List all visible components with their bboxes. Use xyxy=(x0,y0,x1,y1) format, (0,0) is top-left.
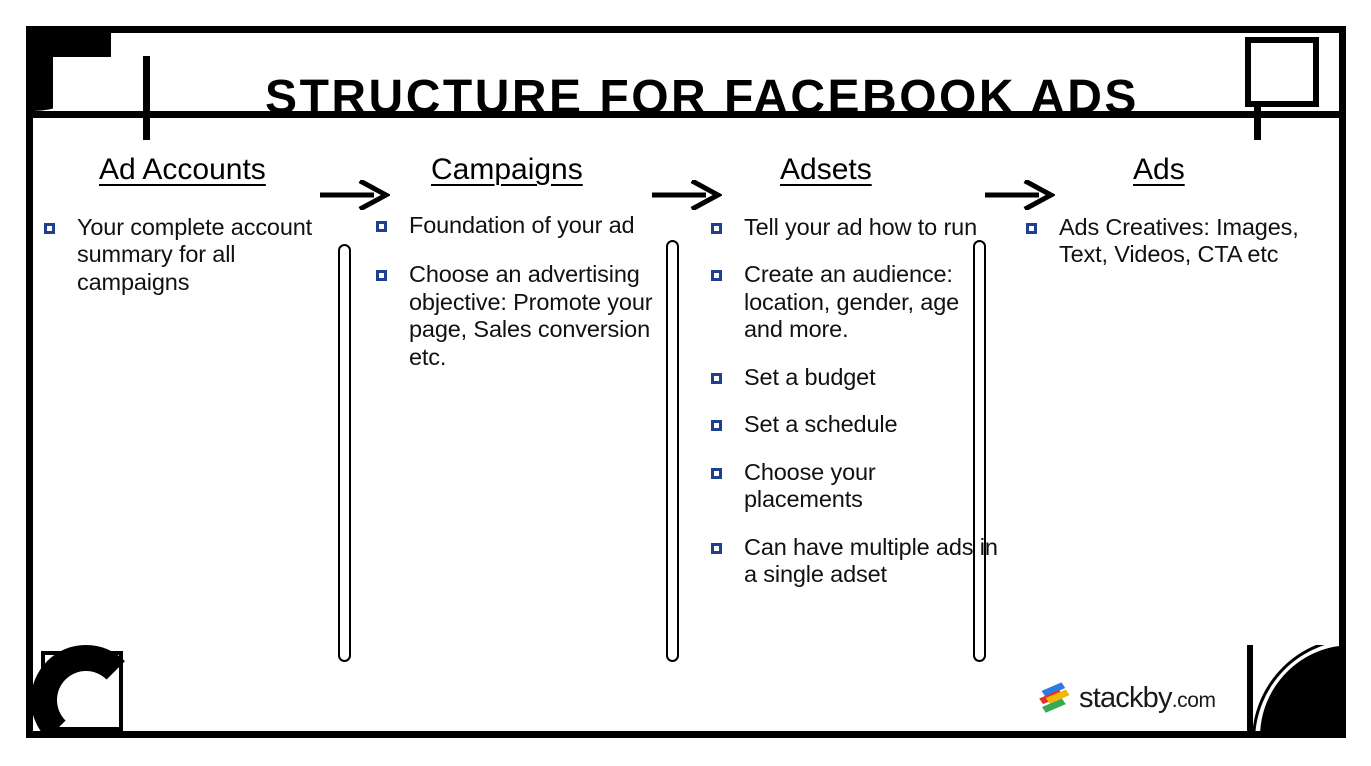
list-item-text: Set a schedule xyxy=(744,411,898,438)
slide-canvas: STRUCTURE FOR FACEBOOK ADS Ad Accounts Y… xyxy=(0,0,1371,766)
top-right-square-icon xyxy=(1245,37,1319,107)
list-item: Set a schedule xyxy=(708,411,998,438)
list-item: Choose an advertising objective: Promote… xyxy=(373,261,673,371)
column-title: Adsets xyxy=(780,153,872,186)
bullet-square-icon xyxy=(711,270,722,282)
flow-column-ads: Ads Ads Creatives: Images, Text, Videos,… xyxy=(1023,140,1323,269)
list-item: Your complete account summary for all ca… xyxy=(41,214,331,296)
column-title: Campaigns xyxy=(431,153,583,186)
list-item-text: Tell your ad how to run xyxy=(744,214,977,240)
stackby-wordmark: stackby.com xyxy=(1079,681,1216,714)
flow-column-adsets: Adsets Tell your ad how to run Create an… xyxy=(708,140,998,609)
list-item-text: Choose your placements xyxy=(744,458,876,513)
bullet-list: Tell your ad how to run Create an audien… xyxy=(708,200,998,589)
column-header: Ad Accounts xyxy=(41,140,331,200)
stackby-logo: stackby.com xyxy=(1033,679,1216,717)
flow-columns: Ad Accounts Your complete account summar… xyxy=(33,140,1339,700)
flow-column-ad-accounts: Ad Accounts Your complete account summar… xyxy=(41,140,331,296)
list-item: Can have multiple ads in a single adset xyxy=(708,534,998,589)
bullet-square-icon xyxy=(44,223,55,234)
column-header: Ads xyxy=(1023,140,1323,200)
column-header: Adsets xyxy=(708,140,998,200)
list-item-text: Create an audience: location, gender, ag… xyxy=(744,261,960,343)
bullet-square-icon xyxy=(711,542,722,554)
list-item-text: Your complete account summary for all ca… xyxy=(77,214,313,295)
bullet-square-icon xyxy=(711,223,722,234)
column-title: Ads xyxy=(1133,153,1185,186)
bullet-square-icon xyxy=(376,221,387,232)
slide-header: STRUCTURE FOR FACEBOOK ADS xyxy=(26,26,1346,140)
brand-name: stackby xyxy=(1079,681,1173,714)
top-left-quarter-circle-icon xyxy=(33,33,111,111)
list-item: Ads Creatives: Images, Text, Videos, CTA… xyxy=(1023,214,1323,269)
bullet-list: Foundation of your ad Choose an advertis… xyxy=(373,200,673,371)
page-title: STRUCTURE FOR FACEBOOK ADS xyxy=(265,71,1139,124)
flow-column-campaigns: Campaigns Foundation of your ad Choose a… xyxy=(373,140,673,371)
list-item-text: Choose an advertising objective: Promote… xyxy=(409,261,653,370)
list-item: Tell your ad how to run xyxy=(708,214,998,241)
list-item-text: Can have multiple ads in a single adset xyxy=(744,533,998,588)
bullet-square-icon xyxy=(711,420,722,432)
bullet-list: Your complete account summary for all ca… xyxy=(41,200,331,296)
list-item: Foundation of your ad xyxy=(373,212,673,239)
stackby-bars-icon xyxy=(1039,682,1070,713)
column-header: Campaigns xyxy=(373,140,673,200)
column-title: Ad Accounts xyxy=(99,153,266,186)
list-item-text: Ads Creatives: Images, Text, Videos, CTA… xyxy=(1059,214,1299,268)
list-item: Create an audience: location, gender, ag… xyxy=(708,261,998,343)
brand-suffix: .com xyxy=(1171,688,1216,712)
list-item: Choose your placements xyxy=(708,459,998,514)
bullet-square-icon xyxy=(376,270,387,282)
bullet-square-icon xyxy=(1026,223,1037,234)
bullet-list: Ads Creatives: Images, Text, Videos, CTA… xyxy=(1023,200,1323,269)
bullet-square-icon xyxy=(711,372,722,384)
list-item-text: Foundation of your ad xyxy=(409,212,635,238)
list-item-text: Set a budget xyxy=(744,363,876,390)
list-item: Set a budget xyxy=(708,364,998,391)
title-box: STRUCTURE FOR FACEBOOK ADS xyxy=(143,56,1261,140)
bullet-square-icon xyxy=(711,467,722,479)
